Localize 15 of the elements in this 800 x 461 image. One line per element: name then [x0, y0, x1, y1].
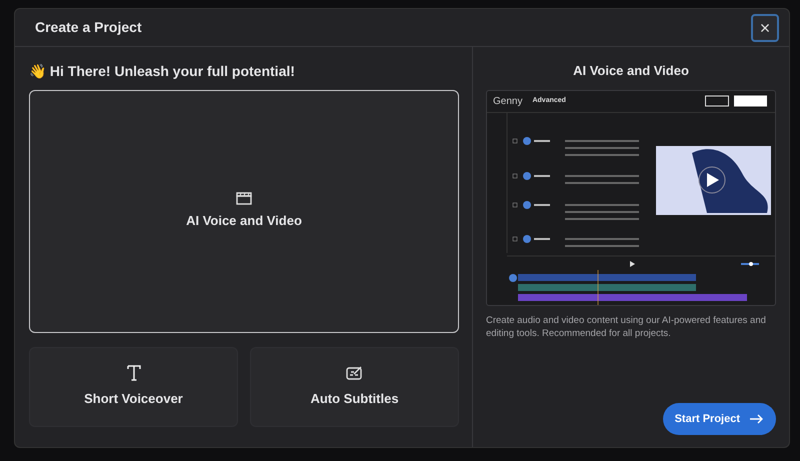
- start-project-button[interactable]: Start Project: [662, 402, 776, 435]
- preview-title: AI Voice and Video: [572, 62, 690, 80]
- text-icon: [126, 365, 140, 382]
- dialog-title: Create a Project: [35, 18, 142, 37]
- project-type-card[interactable]: Short Voiceover: [29, 347, 238, 427]
- project-type-card[interactable]: AI Voice and Video: [29, 90, 459, 333]
- subtitles-edit-icon: [346, 365, 364, 382]
- project-type-card[interactable]: Auto Subtitles: [250, 347, 459, 427]
- app-logo: Genny: [493, 94, 522, 108]
- header-buttons-drawing: [705, 95, 769, 107]
- close-button[interactable]: ×: [751, 14, 779, 42]
- clapperboard-icon: [236, 192, 252, 206]
- arrow-right-icon: [750, 414, 764, 424]
- greeting-text: 👋 Hi There! Unleash your full potential!: [29, 62, 296, 81]
- description-text: Create audio and video content using our AI-powered features and editing tools. Recommended for all projects.: [486, 314, 767, 340]
